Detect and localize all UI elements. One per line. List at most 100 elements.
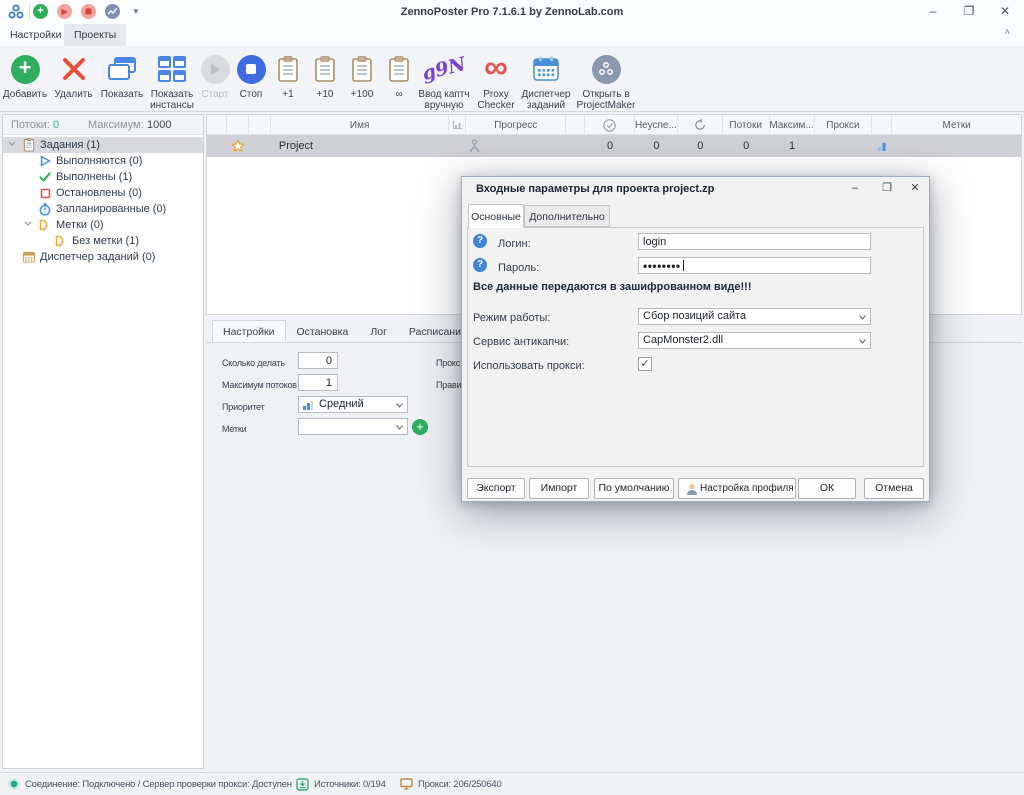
toolbar-start-button[interactable]: Старт [197,52,233,100]
col-max[interactable]: Максим... [770,115,815,135]
proxy-monitor-icon [400,778,413,790]
tag-icon [54,234,68,248]
tab-settings[interactable]: Настройки [0,24,72,46]
col-progress[interactable]: Прогресс [466,115,566,135]
tree-item-labels[interactable]: Метки (0) [3,217,203,233]
tree-item-scheduled[interactable]: Запланированные (0) [3,201,203,217]
col-failed[interactable]: Неуспе... [635,115,678,135]
expand-caret-icon[interactable] [8,141,16,146]
tree-item-completed[interactable]: Выполнены (1) [3,169,203,185]
col-labels[interactable]: Метки [892,115,1021,135]
panel-tab-log[interactable]: Лог [359,320,398,342]
tab-projects[interactable]: Проекты [64,24,126,46]
dialog-maximize-button[interactable]: ❐ [873,177,901,201]
sort-icon [453,121,462,129]
use-proxy-label: Использовать прокси: [473,359,585,373]
panel-tab-settings[interactable]: Настройки [212,320,286,342]
toolbar-plus10-button[interactable]: +10 [308,52,342,100]
tree-item-task-scheduler[interactable]: Диспетчер заданий (0) [3,249,203,265]
mode-select[interactable]: Сбор позиций сайта [638,308,871,325]
ok-button[interactable]: ОК [798,478,856,499]
expand-caret-icon[interactable] [24,221,32,226]
project-row[interactable]: Project 0 0 0 0 1 [207,135,1021,157]
cut-label-rules: Прави [436,377,461,393]
start-icon [201,55,230,84]
tag-icon [38,218,52,232]
toolbar-open-projectmaker-button[interactable]: Открыть в ProjectMaker [574,52,638,111]
dialog-title: Входные параметры для проекта project.zp [476,177,714,201]
col-empty1[interactable] [207,115,227,135]
minimize-button[interactable]: – [918,0,948,24]
toolbar-task-scheduler-button[interactable]: Диспетчер заданий [518,52,574,111]
default-button[interactable]: По умолчанию [594,478,674,499]
how-many-input[interactable] [298,352,338,369]
toolbar-show-button[interactable]: Показать [97,52,147,100]
cancel-button[interactable]: Отмена [864,478,924,499]
use-proxy-checkbox[interactable]: ✓ [638,357,652,371]
tree-item-running[interactable]: Выполняются (0) [3,153,203,169]
status-bar: Соединение: Подключено / Сервер проверки… [0,772,1024,795]
refresh-icon [694,119,706,131]
col-threads[interactable]: Потоки [723,115,770,135]
col-done[interactable] [585,115,635,135]
tree-item-tasks[interactable]: Задания (1) [3,137,203,153]
max-threads-input[interactable] [298,374,338,391]
project-name: Project [271,135,450,157]
labels-select[interactable] [298,418,408,435]
toolbar-add-button[interactable]: + Добавить [0,52,50,100]
input-parameters-dialog: Входные параметры для проекта project.zp… [461,176,930,502]
profile-person-icon [686,483,698,495]
export-button[interactable]: Экспорт [467,478,525,499]
toolbar-manual-captcha-button[interactable]: g9N Ввод каптч вручную [414,52,474,111]
restore-button[interactable]: ❐ [954,0,984,24]
toolbar-stop-button[interactable]: Стоп [233,52,269,100]
stop-outline-icon [38,186,52,200]
clipboard-icon [388,56,410,83]
dialog-minimize-button[interactable]: – [841,177,869,201]
profile-settings-button[interactable]: Настройка профиля [678,478,796,499]
title-bar: + ▼ ZennoPoster Pro 7.1.6.1 by ZennoLab.… [0,0,1024,24]
login-input[interactable] [638,233,871,250]
labels-label: Метки [222,421,246,437]
col-stats[interactable] [872,115,892,135]
dialog-tab-main[interactable]: Основные [468,204,524,228]
dialog-close-button[interactable]: ✕ [901,177,929,201]
col-name[interactable]: Имя [271,115,450,135]
col-retries[interactable] [678,115,723,135]
task-tree: Задания (1) Выполняются (0) Выполнены (1… [3,137,203,265]
toolbar-infinite-button[interactable]: ∞ [382,52,416,100]
encryption-warning: Все данные передаются в зашифрованном ви… [473,281,752,293]
toolbar-proxy-checker-button[interactable]: ∞ Proxy Checker [474,52,518,111]
toolbar-plus1-button[interactable]: +1 [271,52,305,100]
priority-select[interactable]: Средний [298,396,408,413]
col-proxy[interactable]: Прокси [815,115,873,135]
close-button[interactable]: ✕ [990,0,1020,24]
star-icon[interactable] [231,139,245,153]
max-count: 1 [770,135,815,157]
col-empty2[interactable] [249,115,271,135]
col-empty3[interactable] [566,115,585,135]
toolbar-plus100-button[interactable]: +100 [345,52,379,100]
mode-label: Режим работы: [473,311,550,325]
chevron-down-icon [859,339,866,344]
tree-item-stopped[interactable]: Остановлены (0) [3,185,203,201]
tasks-icon [22,138,36,152]
toolbar-show-instances-button[interactable]: Показать инстансы [147,52,197,111]
toolbar-delete-button[interactable]: Удалить [50,52,97,100]
panel-tab-stop[interactable]: Остановка [286,320,360,342]
person-icon [468,139,481,153]
check-icon [38,170,52,184]
check-circle-icon [603,119,616,132]
collapse-ribbon-icon[interactable]: ˄ [1005,27,1010,37]
col-star[interactable] [227,115,249,135]
add-label-button[interactable]: + [412,419,428,435]
anticaptcha-select[interactable]: CapMonster2.dll [638,332,871,349]
tree-item-no-label[interactable]: Без метки (1) [3,233,203,249]
chevron-down-icon [859,315,866,320]
dialog-tab-extra[interactable]: Дополнительно [524,205,610,227]
import-button[interactable]: Импорт [529,478,589,499]
done-count: 0 [585,135,635,157]
add-icon: + [11,55,40,84]
password-input[interactable] [638,257,871,274]
col-sort[interactable] [449,115,466,135]
